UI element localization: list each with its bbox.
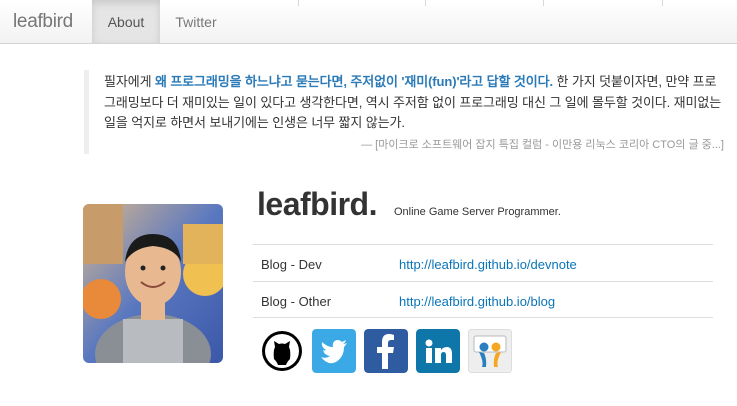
- navbar-divider: [298, 0, 299, 6]
- top-navbar: leafbird About Twitter: [0, 0, 737, 44]
- link-label: Blog - Other: [261, 294, 332, 309]
- github-icon[interactable]: [260, 329, 304, 373]
- links-table: Blog - Dev http://leafbird.github.io/dev…: [253, 244, 713, 318]
- brand-logo[interactable]: leafbird: [13, 11, 73, 33]
- twitter-icon[interactable]: [312, 329, 356, 373]
- blog-dev-link[interactable]: http://leafbird.github.io/devnote: [399, 257, 577, 272]
- blog-other-link[interactable]: http://leafbird.github.io/blog: [399, 294, 555, 309]
- profile-photo-image: [83, 204, 223, 363]
- quote-block: 필자에게 왜 프로그래밍을 하느냐고 묻는다면, 주저없이 '재미(fun)'라…: [84, 70, 724, 154]
- quote-text: 필자에게 왜 프로그래밍을 하느냐고 묻는다면, 주저없이 '재미(fun)'라…: [104, 72, 724, 134]
- tab-twitter[interactable]: Twitter: [161, 0, 231, 43]
- linkedin-icon[interactable]: [416, 329, 460, 373]
- profile-role: Online Game Server Programmer.: [394, 206, 561, 218]
- quote-highlight: 왜 프로그래밍을 하느냐고 묻는다면, 주저없이 '재미(fun)'라고 답할 …: [154, 74, 553, 89]
- profile-name: leafbird.: [257, 186, 377, 222]
- quote-prefix: 필자에게: [104, 74, 155, 89]
- navbar-divider: [662, 0, 663, 6]
- tab-about[interactable]: About: [92, 0, 160, 43]
- slideshare-icon[interactable]: [468, 329, 512, 373]
- table-row: Blog - Dev http://leafbird.github.io/dev…: [253, 244, 713, 281]
- profile-photo: [83, 204, 223, 363]
- quote-source: — [마이크로 소프트웨어 잡지 특집 컬럼 - 이만용 리눅스 코리아 CTO…: [361, 139, 724, 151]
- table-row: Blog - Other http://leafbird.github.io/b…: [253, 281, 713, 318]
- facebook-icon[interactable]: [364, 329, 408, 373]
- navbar-divider: [425, 0, 426, 6]
- navbar-divider: [543, 0, 544, 6]
- link-label: Blog - Dev: [261, 257, 322, 272]
